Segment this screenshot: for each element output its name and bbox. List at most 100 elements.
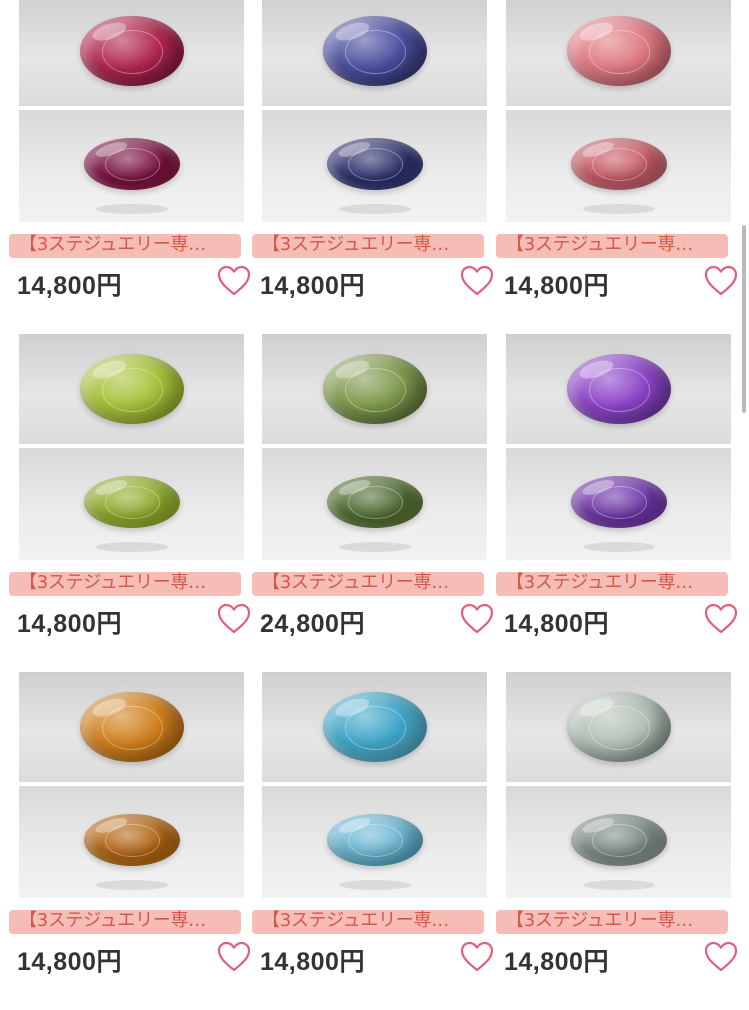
product-price: 14,800円	[17, 272, 122, 300]
product-price: 14,800円	[504, 610, 609, 638]
gemstone-image	[79, 354, 184, 424]
gemstone-image-tilted	[570, 813, 667, 866]
product-photo-bottom[interactable]	[262, 786, 487, 898]
product-price-row: 14,800円	[504, 940, 738, 976]
product-grid: 【3ステジュエリー専… 14,800円 【3ステジュエリー専… 14,800円 【3ステ…	[0, 0, 749, 1010]
product-photo-bottom[interactable]	[506, 448, 731, 560]
product-card-content[interactable]: 【3ステジュエリー専… 14,800円	[9, 672, 251, 976]
product-photo-top[interactable]	[506, 334, 731, 444]
product-photo-bottom[interactable]	[506, 786, 731, 898]
gemstone-image	[566, 354, 671, 424]
product-title[interactable]: 【3ステジュエリー専…	[19, 572, 239, 594]
product-title-row[interactable]: 【3ステジュエリー専…	[496, 232, 734, 258]
product-price-row: 14,800円	[17, 264, 251, 300]
gem-shadow	[338, 542, 411, 552]
heart-icon[interactable]	[703, 602, 739, 636]
product-photo-top[interactable]	[262, 0, 487, 106]
product-photo-top[interactable]	[262, 334, 487, 444]
product-price: 14,800円	[17, 610, 122, 638]
product-title-row[interactable]: 【3ステジュエリー専…	[9, 908, 247, 934]
product-price-row: 14,800円	[504, 264, 738, 300]
product-price: 14,800円	[504, 272, 609, 300]
product-photo-bottom[interactable]	[262, 110, 487, 222]
product-title[interactable]: 【3ステジュエリー専…	[506, 234, 726, 256]
product-price-row: 14,800円	[17, 602, 251, 638]
product-card[interactable]: 【3ステジュエリー専… 14,800円	[488, 334, 738, 672]
gem-shadow	[95, 204, 168, 214]
product-title-row[interactable]: 【3ステジュエリー専…	[252, 570, 490, 596]
product-photo-top[interactable]	[506, 0, 731, 106]
product-title[interactable]: 【3ステジュエリー専…	[19, 234, 239, 256]
gemstone-image-tilted	[326, 137, 423, 190]
product-price: 14,800円	[260, 948, 365, 976]
product-card-content[interactable]: 【3ステジュエリー専… 24,800円	[252, 334, 494, 638]
product-photo-bottom[interactable]	[262, 448, 487, 560]
heart-icon[interactable]	[703, 264, 739, 298]
product-price: 24,800円	[260, 610, 365, 638]
product-card-content[interactable]: 【3ステジュエリー専… 14,800円	[496, 0, 738, 300]
product-card[interactable]: 【3ステジュエリー専… 14,800円	[0, 0, 251, 334]
product-price-row: 14,800円	[260, 264, 494, 300]
product-card-content[interactable]: 【3ステジュエリー専… 14,800円	[252, 672, 494, 976]
product-title-row[interactable]: 【3ステジュエリー専…	[9, 232, 247, 258]
product-price: 14,800円	[260, 272, 365, 300]
product-photo-top[interactable]	[19, 0, 244, 106]
product-card-content[interactable]: 【3ステジュエリー専… 14,800円	[9, 334, 251, 638]
product-title-row[interactable]: 【3ステジュエリー専…	[496, 570, 734, 596]
product-photo-bottom[interactable]	[19, 448, 244, 560]
scrollbar[interactable]	[742, 225, 746, 413]
gemstone-image	[79, 692, 184, 762]
product-photo-top[interactable]	[506, 672, 731, 782]
product-photo-top[interactable]	[19, 334, 244, 444]
product-card[interactable]: 【3ステジュエリー専… 24,800円	[244, 334, 494, 672]
product-card[interactable]: 【3ステジュエリー専… 14,800円	[488, 672, 738, 1010]
product-title[interactable]: 【3ステジュエリー専…	[262, 234, 482, 256]
product-card-content[interactable]: 【3ステジュエリー専… 14,800円	[496, 334, 738, 638]
product-title[interactable]: 【3ステジュエリー専…	[262, 572, 482, 594]
gemstone-image-tilted	[570, 137, 667, 190]
product-card-content[interactable]: 【3ステジュエリー専… 14,800円	[252, 0, 494, 300]
heart-icon[interactable]	[703, 940, 739, 974]
product-title[interactable]: 【3ステジュエリー専…	[506, 572, 726, 594]
product-title-row[interactable]: 【3ステジュエリー専…	[252, 908, 490, 934]
product-price-row: 14,800円	[504, 602, 738, 638]
gemstone-image-tilted	[83, 137, 180, 190]
gemstone-image	[566, 16, 671, 86]
product-price-row: 14,800円	[260, 940, 494, 976]
gemstone-image-tilted	[570, 475, 667, 528]
product-card[interactable]: 【3ステジュエリー専… 14,800円	[488, 0, 738, 334]
product-price-row: 14,800円	[17, 940, 251, 976]
product-title[interactable]: 【3ステジュエリー専…	[19, 910, 239, 932]
product-photo-bottom[interactable]	[19, 786, 244, 898]
product-title[interactable]: 【3ステジュエリー専…	[262, 910, 482, 932]
product-photo-top[interactable]	[19, 672, 244, 782]
product-card[interactable]: 【3ステジュエリー専… 14,800円	[0, 334, 251, 672]
gemstone-image	[322, 354, 427, 424]
product-photo-top[interactable]	[262, 672, 487, 782]
product-photo-bottom[interactable]	[506, 110, 731, 222]
gem-shadow	[582, 204, 655, 214]
product-card[interactable]: 【3ステジュエリー専… 14,800円	[244, 0, 494, 334]
product-photo-bottom[interactable]	[19, 110, 244, 222]
gem-shadow	[338, 204, 411, 214]
gem-shadow	[338, 880, 411, 890]
product-card[interactable]: 【3ステジュエリー専… 14,800円	[0, 672, 251, 1010]
product-price: 14,800円	[504, 948, 609, 976]
gem-shadow	[95, 880, 168, 890]
product-title-row[interactable]: 【3ステジュエリー専…	[9, 570, 247, 596]
product-title-row[interactable]: 【3ステジュエリー専…	[496, 908, 734, 934]
gemstone-image-tilted	[83, 813, 180, 866]
gemstone-image	[322, 692, 427, 762]
product-price: 14,800円	[17, 948, 122, 976]
gemstone-image-tilted	[326, 813, 423, 866]
product-price-row: 24,800円	[260, 602, 494, 638]
product-card[interactable]: 【3ステジュエリー専… 14,800円	[244, 672, 494, 1010]
gemstone-image-tilted	[83, 475, 180, 528]
product-card-content[interactable]: 【3ステジュエリー専… 14,800円	[496, 672, 738, 976]
gem-shadow	[582, 880, 655, 890]
gem-shadow	[582, 542, 655, 552]
product-title-row[interactable]: 【3ステジュエリー専…	[252, 232, 490, 258]
gemstone-image	[566, 692, 671, 762]
product-card-content[interactable]: 【3ステジュエリー専… 14,800円	[9, 0, 251, 300]
product-title[interactable]: 【3ステジュエリー専…	[506, 910, 726, 932]
